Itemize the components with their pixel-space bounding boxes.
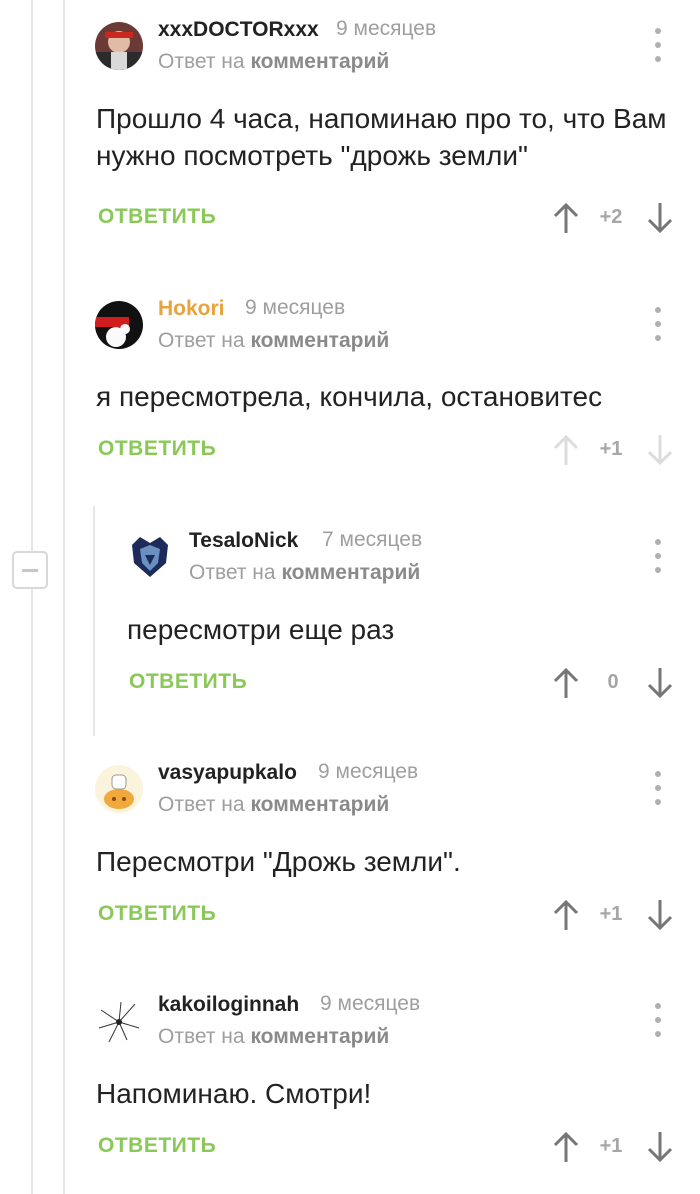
comment-author[interactable]: TesaloNick bbox=[189, 529, 298, 553]
comment-rating: 0 bbox=[607, 671, 619, 693]
comment-text: Напоминаю. Смотри! bbox=[96, 1078, 372, 1109]
comment-author[interactable]: Hokori bbox=[158, 297, 225, 321]
reply-to-prefix: Ответ на bbox=[189, 561, 276, 584]
comment-rating: +1 bbox=[599, 1135, 623, 1157]
avatar[interactable] bbox=[95, 22, 143, 70]
comment-text: я пересмотрела, кончила, остановитес bbox=[96, 381, 603, 412]
reply-to-link[interactable]: комментарий bbox=[250, 329, 389, 352]
reply-button[interactable]: ОТВЕТИТЬ bbox=[98, 205, 216, 229]
reply-button[interactable]: ОТВЕТИТЬ bbox=[98, 1134, 216, 1158]
comment-time: 9 месяцев bbox=[245, 296, 346, 319]
reply-button[interactable]: ОТВЕТИТЬ bbox=[129, 670, 247, 694]
comment-time: 9 месяцев bbox=[318, 760, 419, 783]
reply-to-prefix: Ответ на bbox=[158, 50, 245, 73]
comment-time: 9 месяцев bbox=[336, 17, 437, 40]
comment-author[interactable]: vasyapupkalo bbox=[158, 761, 297, 785]
reply-button[interactable]: ОТВЕТИТЬ bbox=[98, 437, 216, 461]
reply-to: Ответ на комментарий bbox=[158, 793, 389, 817]
reply-to-prefix: Ответ на bbox=[158, 793, 245, 816]
reply-to-link[interactable]: комментарий bbox=[281, 561, 420, 584]
collapse-thread-button[interactable] bbox=[12, 551, 48, 589]
reply-button[interactable]: ОТВЕТИТЬ bbox=[98, 902, 216, 926]
downvote-icon[interactable] bbox=[645, 1130, 675, 1164]
comment-author[interactable]: kakoiloginnah bbox=[158, 993, 299, 1017]
more-options-icon[interactable] bbox=[648, 28, 668, 62]
upvote-icon[interactable] bbox=[551, 433, 581, 467]
nested-reply-bar bbox=[93, 506, 95, 736]
comment-text: пересмотри еще раз bbox=[127, 614, 395, 645]
reply-to-prefix: Ответ на bbox=[158, 329, 245, 352]
avatar[interactable] bbox=[95, 765, 143, 813]
reply-to: Ответ на комментарий bbox=[189, 561, 420, 585]
more-options-icon[interactable] bbox=[648, 1003, 668, 1037]
downvote-icon[interactable] bbox=[645, 666, 675, 700]
upvote-icon[interactable] bbox=[551, 666, 581, 700]
comment-time: 9 месяцев bbox=[320, 992, 421, 1015]
reply-to: Ответ на комментарий bbox=[158, 50, 389, 74]
comment-text: Пересмотри "Дрожь земли". bbox=[96, 846, 461, 877]
more-options-icon[interactable] bbox=[648, 771, 668, 805]
thread-line bbox=[31, 0, 33, 1194]
upvote-icon[interactable] bbox=[551, 1130, 581, 1164]
downvote-icon[interactable] bbox=[645, 201, 675, 235]
downvote-icon[interactable] bbox=[645, 433, 675, 467]
comment-author[interactable]: xxxDOCTORxxx bbox=[158, 18, 319, 42]
upvote-icon[interactable] bbox=[551, 898, 581, 932]
more-options-icon[interactable] bbox=[648, 539, 668, 573]
upvote-icon[interactable] bbox=[551, 201, 581, 235]
downvote-icon[interactable] bbox=[645, 898, 675, 932]
avatar[interactable] bbox=[126, 533, 174, 581]
thread-line-nested bbox=[63, 0, 65, 1194]
reply-to-link[interactable]: комментарий bbox=[250, 50, 389, 73]
more-options-icon[interactable] bbox=[648, 307, 668, 341]
comment-rating: +1 bbox=[599, 438, 623, 460]
comment-text: Прошло 4 часа, напоминаю про то, что Вам… bbox=[96, 103, 667, 171]
comment-time: 7 месяцев bbox=[322, 528, 423, 551]
reply-to: Ответ на комментарий bbox=[158, 329, 389, 353]
avatar[interactable] bbox=[95, 998, 143, 1046]
reply-to-link[interactable]: комментарий bbox=[250, 1025, 389, 1048]
reply-to: Ответ на комментарий bbox=[158, 1025, 389, 1049]
comment-rating: +1 bbox=[599, 903, 623, 925]
reply-to-prefix: Ответ на bbox=[158, 1025, 245, 1048]
avatar[interactable] bbox=[95, 301, 143, 349]
reply-to-link[interactable]: комментарий bbox=[250, 793, 389, 816]
comment-rating: +2 bbox=[599, 206, 623, 228]
